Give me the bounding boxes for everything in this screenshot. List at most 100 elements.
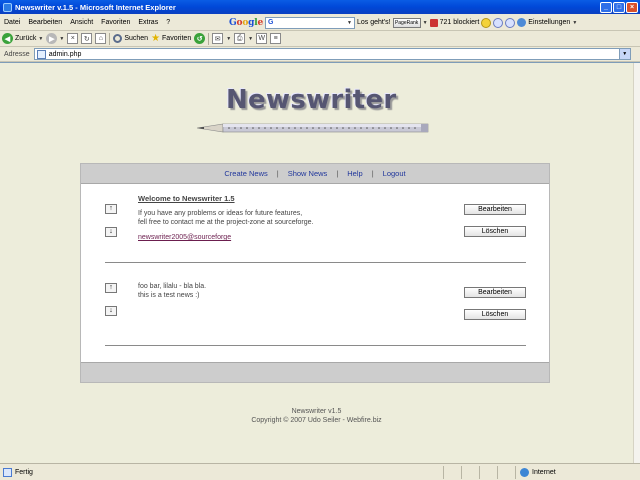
chevron-down-icon: ▼ — [572, 19, 578, 26]
page-done-icon — [3, 467, 12, 477]
vertical-scrollbar[interactable] — [633, 63, 640, 463]
chevron-down-icon: ▼ — [38, 35, 44, 42]
google-go-button[interactable]: Los geht's! — [357, 19, 391, 26]
page-viewport: Newswriter Create News | Show News | Hel… — [0, 62, 640, 463]
panel-footer-bar — [81, 362, 549, 382]
footer-copyright: Copyright © 2007 Udo Seiler - Webfire.bi… — [251, 417, 382, 424]
menu-extras[interactable]: Extras — [134, 19, 162, 26]
settings-button[interactable]: Einstellungen ▼ — [517, 18, 577, 27]
address-value: admin.php — [48, 50, 82, 58]
window-title: Newswriter v.1.5 - Microsoft Internet Ex… — [15, 2, 176, 12]
edit-icon[interactable]: W — [256, 33, 268, 44]
status-cell — [461, 465, 479, 479]
star-icon: ★ — [151, 32, 161, 44]
refresh-icon[interactable]: ↻ — [81, 33, 93, 44]
forward-button[interactable]: ▶ ▼ — [46, 33, 64, 44]
chevron-down-icon[interactable]: ▼ — [248, 36, 253, 42]
nav-separator: | — [276, 169, 279, 178]
search-icon — [113, 34, 123, 43]
pencil-icon — [197, 123, 429, 133]
edit-button[interactable]: Bearbeiten — [464, 204, 526, 215]
close-button[interactable]: × — [626, 1, 638, 13]
delete-button[interactable]: Löschen — [464, 309, 526, 320]
nav-separator: | — [336, 169, 339, 178]
minimize-button[interactable]: _ — [600, 1, 612, 13]
content-panel: Create News | Show News | Help | Logout … — [80, 163, 550, 383]
options-icon[interactable] — [493, 17, 504, 28]
newswriter-logo: Newswriter — [226, 85, 397, 115]
mail-icon[interactable]: ✉ — [212, 33, 224, 44]
nav-help[interactable]: Help — [347, 169, 362, 178]
home-icon[interactable]: ⌂ — [95, 33, 107, 44]
address-input[interactable]: admin.php ▼ — [33, 48, 631, 60]
back-arrow-icon: ◀ — [2, 33, 13, 44]
status-cell — [479, 465, 497, 479]
google-search-input[interactable]: G ▼ — [264, 16, 355, 29]
menu-datei[interactable]: Datei — [0, 19, 24, 26]
chevron-down-icon[interactable]: ▼ — [618, 49, 630, 59]
smiley-icon[interactable] — [481, 17, 492, 28]
status-text: Fertig — [15, 468, 33, 476]
address-bar: Adresse admin.php ▼ — [0, 47, 640, 62]
news-body: If you have any problems or ideas for fu… — [138, 210, 314, 226]
status-text-area: Fertig — [0, 467, 443, 477]
ie-icon — [3, 2, 12, 12]
window-controls: _ □ × — [600, 1, 638, 13]
admin-nav: Create News | Show News | Help | Logout — [81, 164, 549, 184]
print-icon[interactable]: ⎙ — [234, 33, 246, 44]
nav-show-news[interactable]: Show News — [288, 169, 328, 178]
status-bar: Fertig Internet — [0, 463, 640, 480]
move-up-button[interactable]: ↑ — [105, 283, 117, 293]
zone-label: Internet — [532, 468, 556, 476]
menu-help[interactable]: ? — [162, 19, 174, 26]
menu-favoriten[interactable]: Favoriten — [97, 19, 134, 26]
news-divider — [105, 345, 526, 346]
move-down-button[interactable]: ↓ — [105, 227, 117, 237]
page-icon — [36, 49, 46, 59]
chevron-down-icon[interactable]: ▼ — [347, 20, 352, 26]
menu-bar: Datei Bearbeiten Ansicht Favoriten Extra… — [0, 14, 640, 31]
news-title: Welcome to Newswriter 1.5 — [138, 194, 235, 203]
security-zone[interactable]: Internet — [515, 465, 640, 479]
status-cell — [443, 465, 461, 479]
move-down-button[interactable]: ↓ — [105, 306, 117, 316]
footer-version: Newswriter v1.5 — [291, 408, 342, 415]
edit-button[interactable]: Bearbeiten — [464, 287, 526, 298]
address-label: Adresse — [4, 50, 30, 58]
delete-button[interactable]: Löschen — [464, 226, 526, 237]
status-cell — [497, 465, 515, 479]
toolbar-separator — [109, 32, 111, 45]
menu-ansicht[interactable]: Ansicht — [66, 19, 97, 26]
toolbar-separator — [208, 32, 210, 45]
history-icon[interactable]: ↺ — [194, 33, 206, 44]
discuss-icon[interactable]: ≡ — [270, 33, 282, 44]
news-divider — [105, 262, 526, 263]
pagerank-indicator[interactable]: PageRank — [392, 17, 421, 28]
forward-arrow-icon: ▶ — [46, 33, 58, 44]
page-footer: Newswriter v1.5 Copyright © 2007 Udo Sei… — [0, 407, 633, 425]
move-up-button[interactable]: ↑ — [105, 204, 117, 214]
stop-icon[interactable]: × — [67, 33, 79, 44]
settings-icon — [517, 18, 527, 27]
popup-blocker[interactable]: 721 blockiert — [429, 18, 479, 27]
google-toolbar: Google G ▼ Los geht's! PageRank ▼ 721 bl… — [229, 15, 577, 30]
chevron-down-icon[interactable]: ▼ — [226, 36, 231, 42]
maximize-button[interactable]: □ — [613, 1, 625, 13]
globe-icon — [520, 467, 529, 477]
pagerank-chevron-icon[interactable]: ▼ — [423, 20, 428, 26]
nav-separator: | — [371, 169, 374, 178]
menu-bearbeiten[interactable]: Bearbeiten — [24, 19, 66, 26]
tools-icon[interactable] — [505, 17, 516, 28]
back-button[interactable]: ◀ Zurück ▼ — [2, 33, 43, 44]
standard-toolbar: ◀ Zurück ▼ ▶ ▼ × ↻ ⌂ Suchen ★ Favoriten … — [0, 31, 640, 47]
news-email-link[interactable]: newswriter2005@sourceforge — [138, 234, 231, 241]
google-logo[interactable]: Google — [229, 18, 263, 28]
nav-logout[interactable]: Logout — [383, 169, 406, 178]
search-button[interactable]: Suchen — [113, 34, 148, 43]
chevron-down-icon: ▼ — [59, 35, 65, 42]
news-body: foo bar, lilalu - bla bla. this is a tes… — [138, 283, 207, 299]
nav-create-news[interactable]: Create News — [224, 169, 267, 178]
title-bar: Newswriter v.1.5 - Microsoft Internet Ex… — [0, 0, 640, 14]
favorites-button[interactable]: ★ Favoriten — [151, 32, 191, 44]
popup-blocker-icon — [429, 18, 438, 27]
